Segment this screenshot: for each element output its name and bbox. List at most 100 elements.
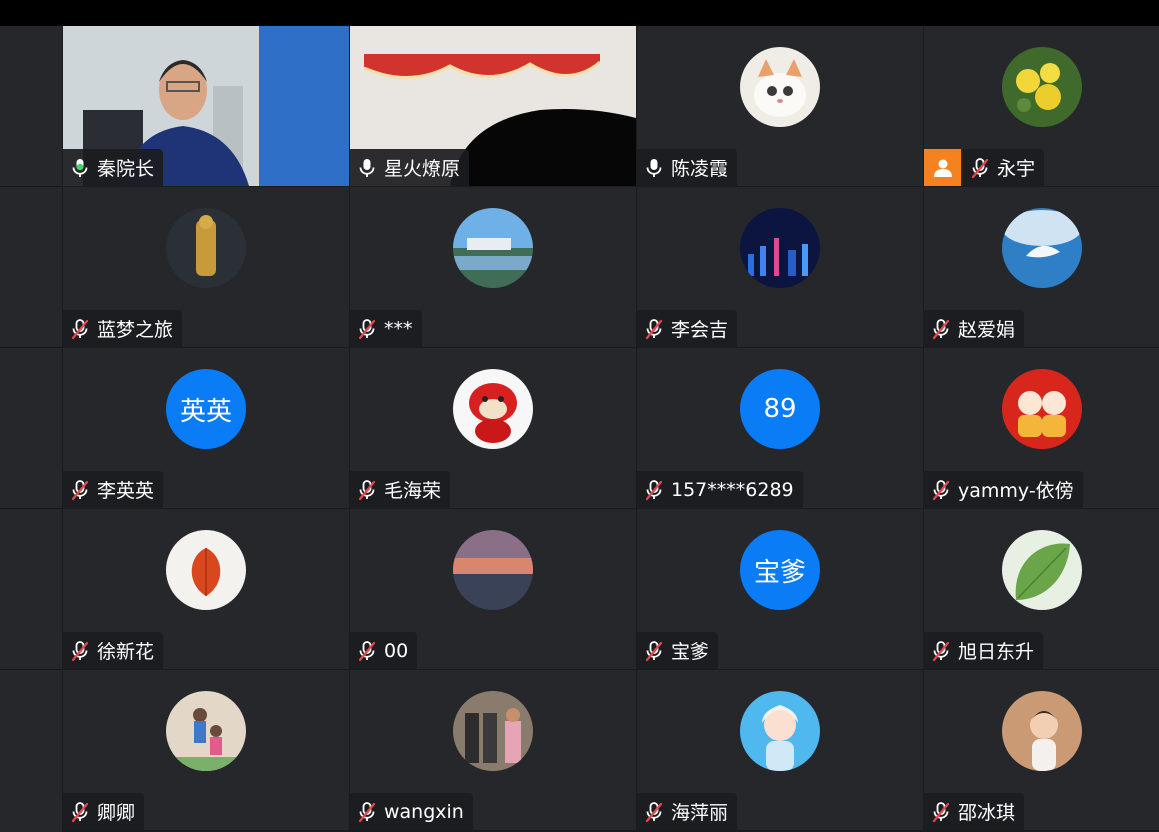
participant-tile[interactable]: 陈凌霞	[637, 26, 923, 186]
avatar	[453, 208, 533, 288]
avatar: 89	[740, 369, 820, 449]
top-bar	[0, 0, 1159, 26]
participant-name: 邵冰琪	[958, 802, 1016, 824]
participant-tile[interactable]: wangxin	[350, 670, 636, 830]
avatar	[1001, 208, 1082, 288]
participant-name: 徐新花	[97, 641, 155, 663]
name-label: 陈凌霞	[637, 149, 738, 186]
participant-tile[interactable]: 蓝梦之旅	[63, 187, 349, 347]
participant-tile[interactable]: 徐新花	[63, 509, 349, 669]
name-label: 蓝梦之旅	[63, 310, 183, 347]
participant-tile[interactable]: 星火燎原	[350, 26, 636, 186]
name-label: 00	[350, 632, 418, 669]
participant-name: 海萍丽	[671, 802, 729, 824]
participant-name: yammy-依傍	[958, 480, 1074, 502]
mic-muted-icon	[643, 801, 665, 823]
participant-name: 李会吉	[671, 319, 729, 341]
mic-muted-icon	[69, 640, 91, 662]
mic-muted-icon	[643, 640, 665, 662]
participant-name: 卿卿	[97, 802, 136, 824]
mic-muted-icon	[356, 318, 378, 340]
name-label: wangxin	[350, 793, 473, 830]
name-label: 李英英	[63, 471, 164, 508]
name-label: 157****6289	[637, 471, 803, 508]
mic-muted-icon	[356, 479, 378, 501]
participant-name: 毛海荣	[384, 480, 442, 502]
left-gutter	[0, 26, 62, 832]
name-label: 永宇	[963, 149, 1045, 186]
participant-tile[interactable]: 赵爱娟	[924, 187, 1159, 347]
mic-muted-icon	[969, 157, 991, 179]
avatar	[1001, 47, 1082, 127]
participant-tile[interactable]: 89 157****6289	[637, 348, 923, 508]
mic-muted-icon	[69, 318, 91, 340]
mic-muted-icon	[69, 479, 91, 501]
mic-muted-icon	[930, 318, 952, 340]
microphone-icon	[69, 157, 91, 179]
name-label: yammy-依傍	[924, 471, 1083, 508]
name-label: 赵爱娟	[924, 310, 1025, 347]
microphone-icon	[356, 157, 378, 179]
participant-tile[interactable]: 宝爹 宝爹	[637, 509, 923, 669]
user-icon	[924, 149, 961, 186]
avatar	[1001, 530, 1082, 610]
participant-name: 永宇	[997, 158, 1036, 180]
participant-name: 陈凌霞	[671, 158, 729, 180]
mic-muted-icon	[930, 479, 952, 501]
name-label: 徐新花	[63, 632, 164, 669]
mic-muted-icon	[356, 640, 378, 662]
participant-name: 秦院长	[97, 158, 155, 180]
name-label: 海萍丽	[637, 793, 738, 830]
avatar	[740, 691, 820, 771]
name-label: 邵冰琪	[924, 793, 1025, 830]
name-label: 星火燎原	[350, 149, 470, 186]
mic-muted-icon	[356, 801, 378, 823]
participant-name: 赵爱娟	[958, 319, 1016, 341]
participant-tile[interactable]: 邵冰琪	[924, 670, 1159, 830]
name-label: 卿卿	[63, 793, 145, 830]
avatar	[166, 691, 246, 771]
participant-name: ***	[384, 317, 413, 340]
participant-tile[interactable]: 永宇	[924, 26, 1159, 186]
mic-muted-icon	[69, 801, 91, 823]
mic-muted-icon	[930, 640, 952, 662]
avatar	[453, 691, 533, 771]
avatar	[166, 208, 246, 288]
participant-tile[interactable]: 00	[350, 509, 636, 669]
mic-muted-icon	[643, 479, 665, 501]
name-label: 李会吉	[637, 310, 738, 347]
participant-name: 宝爹	[671, 641, 710, 663]
participant-tile[interactable]: 旭日东升	[924, 509, 1159, 669]
participant-name: wangxin	[384, 800, 464, 823]
participant-tile[interactable]: 毛海荣	[350, 348, 636, 508]
avatar: 宝爹	[740, 530, 820, 610]
participant-name: 旭日东升	[958, 641, 1035, 663]
mic-muted-icon	[643, 318, 665, 340]
name-label: ***	[350, 310, 422, 347]
avatar	[740, 47, 820, 127]
avatar	[453, 369, 533, 449]
avatar	[1001, 369, 1082, 449]
avatar	[453, 530, 533, 610]
participant-tile[interactable]: yammy-依傍	[924, 348, 1159, 508]
participant-tile[interactable]: 李会吉	[637, 187, 923, 347]
name-label: 秦院长	[63, 149, 164, 186]
avatar	[1001, 691, 1082, 771]
participant-name: 蓝梦之旅	[97, 319, 174, 341]
participant-tile[interactable]: 卿卿	[63, 670, 349, 830]
participant-name: 157****6289	[671, 478, 794, 501]
participant-name: 00	[384, 639, 409, 662]
avatar	[740, 208, 820, 288]
participant-tile[interactable]: ***	[350, 187, 636, 347]
avatar: 英英	[166, 369, 246, 449]
mic-muted-icon	[930, 801, 952, 823]
avatar	[166, 530, 246, 610]
name-label: 宝爹	[637, 632, 719, 669]
participant-tile[interactable]: 秦院长	[63, 26, 349, 186]
participant-tile[interactable]: 海萍丽	[637, 670, 923, 830]
microphone-icon	[643, 157, 665, 179]
name-label: 旭日东升	[924, 632, 1044, 669]
name-label: 毛海荣	[350, 471, 451, 508]
participant-name: 星火燎原	[384, 158, 461, 180]
participant-tile[interactable]: 英英 李英英	[63, 348, 349, 508]
